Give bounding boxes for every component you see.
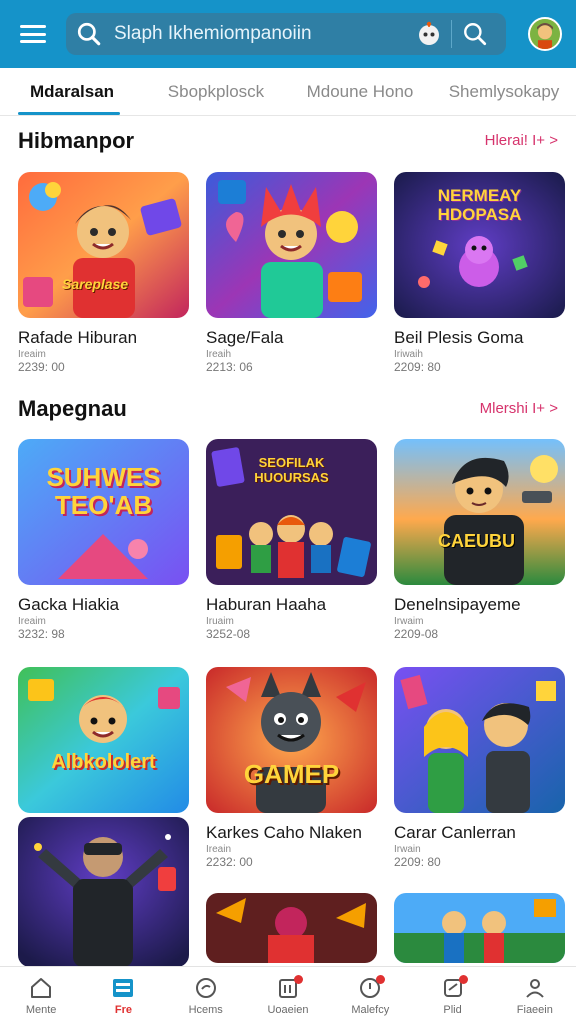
- home-icon: [31, 977, 52, 998]
- game-card[interactable]: NERMEAY HDOPASA Beil Plesis Goma Iriwaih…: [394, 172, 565, 374]
- game-thumbnail[interactable]: Albkololert: [18, 667, 189, 813]
- game-meta: Irwaim: [394, 616, 424, 627]
- game-thumbnail[interactable]: [206, 172, 377, 318]
- game-card[interactable]: CAEUBU Denelnsipayeme Irwaim 2209-08: [394, 439, 565, 641]
- app-root: Slaph Ikhemiompanoiin Mdaralsan Sbopkplo…: [0, 0, 576, 1024]
- game-card[interactable]: SEOFILAK HUOURSAS Haburan Haaha Iruaim 3…: [206, 439, 377, 641]
- nav-item-home[interactable]: Mente: [0, 967, 82, 1024]
- nav-item-calendar[interactable]: Uoaeien: [247, 967, 329, 1024]
- nav-item-alerts[interactable]: Malefcy: [329, 967, 411, 1024]
- game-stat: 2232: 00: [206, 855, 253, 869]
- game-card[interactable]: GAMEP Karkes Caho Nlaken Ireain 2232: 00: [206, 667, 377, 963]
- tab-mdaralsan[interactable]: Mdaralsan: [0, 68, 144, 115]
- game-meta: Ireaim: [18, 616, 46, 627]
- avatar[interactable]: [528, 17, 562, 51]
- bottom-navigation: Mente Fre Hcems Uoaeien Malefcy Plid Fia…: [0, 966, 576, 1024]
- notification-badge: [376, 975, 386, 984]
- assistant-bot-icon[interactable]: [415, 20, 443, 48]
- menu-icon[interactable]: [18, 22, 48, 46]
- nav-label: Fre: [114, 1003, 132, 1016]
- tab-shemlysokapy[interactable]: Shemlysokapy: [432, 68, 576, 115]
- nav-label: Malefcy: [351, 1003, 390, 1016]
- notification-badge: [293, 975, 303, 984]
- game-title: Rafade Hiburan: [18, 328, 138, 347]
- nav-label: Hcems: [188, 1003, 223, 1016]
- game-stat: 2209-08: [394, 627, 439, 641]
- thumbnail-art-text: Sareplase: [62, 276, 129, 292]
- category-tabs: Mdaralsan Sbopkplosck Mdoune Hono Shemly…: [0, 68, 576, 116]
- game-thumbnail[interactable]: [206, 893, 377, 963]
- notification-badge: [458, 975, 468, 984]
- game-meta: Iriwaih: [394, 349, 423, 360]
- thumbnail-art-text: SUHWES TEO'AB: [46, 462, 161, 520]
- game-meta: Ireaim: [18, 349, 46, 360]
- game-thumbnail[interactable]: GAMEP: [206, 667, 377, 813]
- game-thumbnail[interactable]: CAEUBU: [394, 439, 565, 585]
- game-thumbnail[interactable]: SUHWES TEO'AB: [18, 439, 189, 585]
- game-card[interactable]: SUHWES TEO'AB Gacka Hiakia Ireaim 3232: …: [18, 439, 189, 641]
- profile-icon: [526, 978, 544, 998]
- thumbnail-art-text: CAEUBU: [438, 531, 516, 551]
- game-card[interactable]: Albkololert: [18, 667, 189, 967]
- game-card[interactable]: Sage/Fala Ireaih 2213: 06: [206, 172, 377, 374]
- game-stat: 3232: 98: [18, 627, 65, 641]
- game-stat: 2239: 00: [18, 360, 65, 374]
- game-meta: Ireaih: [206, 349, 232, 360]
- game-thumbnail[interactable]: Sareplase: [18, 172, 189, 318]
- game-stat: 2213: 06: [206, 360, 253, 374]
- game-meta: Ireain: [206, 844, 232, 855]
- game-stat: 3252-08: [206, 627, 251, 641]
- nav-label: Fiaeein: [516, 1003, 553, 1016]
- top-bar: Slaph Ikhemiompanoiin: [0, 0, 576, 68]
- game-stat: 2209: 80: [394, 360, 441, 374]
- compass-icon: [195, 977, 216, 998]
- game-meta: Irwain: [394, 844, 421, 855]
- nav-label: Uoaeien: [267, 1003, 309, 1016]
- game-title: Karkes Caho Nlaken: [206, 823, 362, 842]
- section-title: Hibmanpor: [18, 128, 135, 153]
- thumbnail-art-text: Albkololert: [51, 751, 156, 773]
- game-title: Beil Plesis Goma: [394, 328, 524, 347]
- see-more-link[interactable]: Mlershi I+ >: [480, 400, 558, 417]
- see-more-link[interactable]: Hlerai! I+ >: [485, 132, 558, 149]
- game-title: Gacka Hiakia: [18, 595, 120, 614]
- game-thumbnail[interactable]: SEOFILAK HUOURSAS: [206, 439, 377, 585]
- game-title: Carar Canlerran: [394, 823, 516, 842]
- nav-item-store[interactable]: Fre: [82, 967, 164, 1024]
- tab-sbopkplosck[interactable]: Sbopkplosck: [144, 68, 288, 115]
- game-card[interactable]: Sareplase Rafade Hiburan Ireaim 2239: 00: [18, 172, 189, 374]
- game-stat: 2209: 80: [394, 855, 441, 869]
- search-icon: [77, 22, 101, 46]
- thumbnail-art-text: NERMEAY HDOPASA: [437, 186, 522, 224]
- nav-label: Plid: [443, 1003, 462, 1016]
- nav-item-compass[interactable]: Hcems: [165, 967, 247, 1024]
- game-card[interactable]: Carar Canlerran Irwain 2209: 80: [394, 667, 565, 963]
- game-title: Denelnsipayeme: [394, 595, 521, 614]
- search-input[interactable]: Slaph Ikhemiompanoiin: [114, 23, 415, 45]
- game-thumbnail[interactable]: [394, 667, 565, 813]
- nav-item-chat[interactable]: Plid: [411, 967, 493, 1024]
- thumbnail-art-text: GAMEP: [243, 759, 340, 789]
- tab-mdoune-hono[interactable]: Mdoune Hono: [288, 68, 432, 115]
- game-thumbnail[interactable]: [394, 893, 565, 963]
- game-title: Haburan Haaha: [206, 595, 327, 614]
- game-thumbnail[interactable]: [18, 817, 189, 967]
- game-thumbnail[interactable]: NERMEAY HDOPASA: [394, 172, 565, 318]
- section-title: Mapegnau: [18, 396, 127, 421]
- game-meta: Iruaim: [206, 616, 234, 627]
- nav-label: Mente: [25, 1003, 57, 1016]
- thumbnail-art-text: SEOFILAK HUOURSAS: [254, 455, 329, 485]
- store-icon: [113, 978, 134, 997]
- game-title: Sage/Fala: [206, 328, 284, 347]
- search-bar[interactable]: Slaph Ikhemiompanoiin: [66, 13, 506, 55]
- search-submit-icon[interactable]: [462, 21, 488, 47]
- nav-item-profile[interactable]: Fiaeein: [494, 967, 576, 1024]
